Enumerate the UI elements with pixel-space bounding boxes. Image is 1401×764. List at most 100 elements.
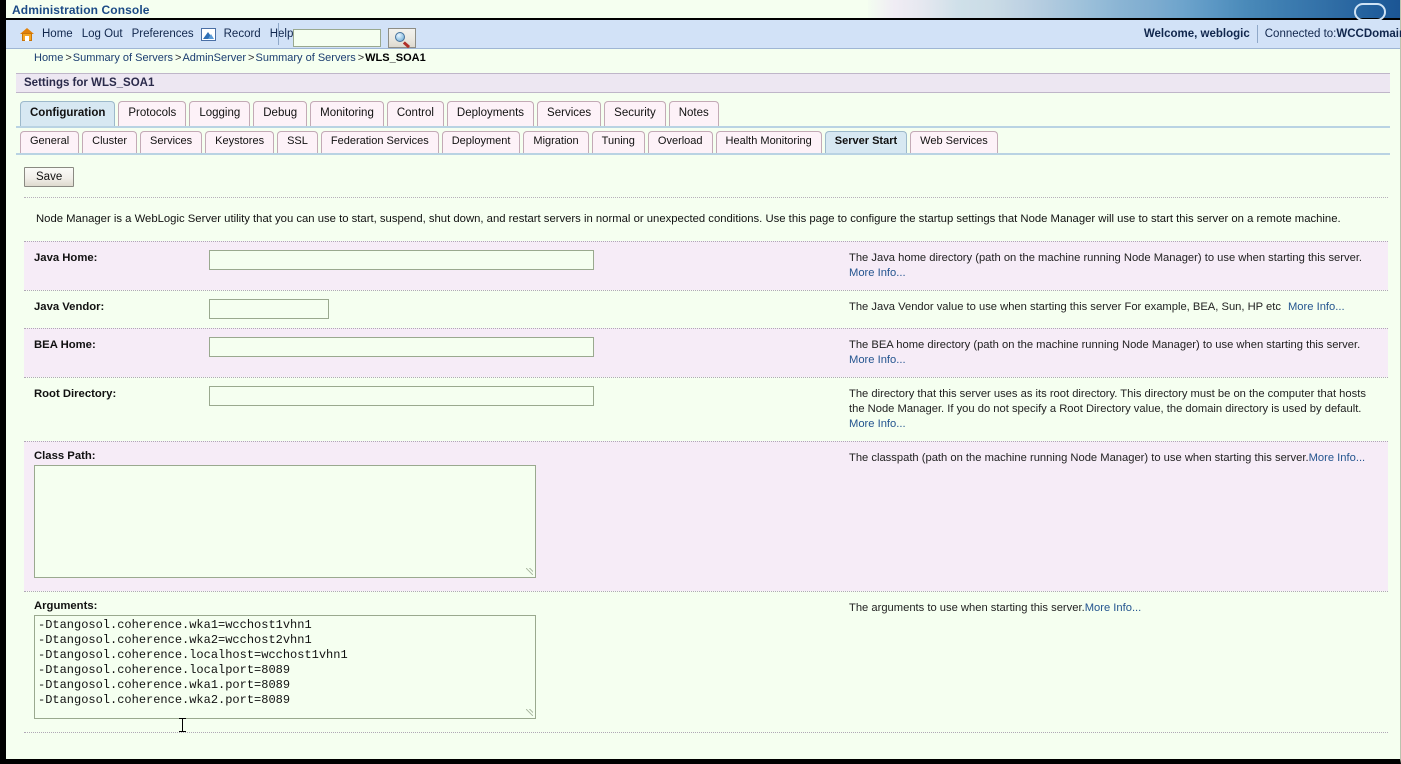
breadcrumb-item-summary-of-servers-1[interactable]: Summary of Servers <box>73 52 173 64</box>
subtab-migration[interactable]: Migration <box>523 131 589 153</box>
top-toolbar: Home Log Out Preferences Record Help Wel… <box>6 20 1401 49</box>
field-row-class-path: Class Path: The classpath (path on the m… <box>24 441 1388 591</box>
java-vendor-description-text: The Java Vendor value to use when starti… <box>849 301 1281 313</box>
preferences-link[interactable]: Preferences <box>130 28 196 40</box>
secondary-tab-underline <box>16 153 1390 155</box>
tab-deployments[interactable]: Deployments <box>446 101 535 126</box>
subtab-federation-services[interactable]: Federation Services <box>320 131 439 153</box>
tab-debug[interactable]: Debug <box>253 101 308 126</box>
root-directory-control <box>209 378 849 441</box>
arguments-control: -Dtangosol.coherence.wka1=wcchost1vhn1 -… <box>34 615 536 719</box>
tab-control[interactable]: Control <box>386 101 444 126</box>
subtab-keystores[interactable]: Keystores <box>205 131 275 153</box>
subtab-cluster[interactable]: Cluster <box>82 131 137 153</box>
toolbar-links: Home Log Out Preferences Record Help <box>20 20 295 48</box>
java-home-description-text: The Java home directory (path on the mac… <box>849 252 1363 264</box>
root-directory-label: Root Directory: <box>34 388 117 400</box>
java-home-control <box>209 242 849 290</box>
admin-console-page: Administration Console Home Log Out Pref… <box>0 0 1401 764</box>
java-vendor-description: The Java Vendor value to use when starti… <box>849 291 1388 328</box>
subtab-general[interactable]: General <box>20 131 80 153</box>
breadcrumb-current: WLS_SOA1 <box>365 52 426 64</box>
record-chart-icon <box>200 27 216 41</box>
field-row-java-vendor: Java Vendor: The Java Vendor value to us… <box>24 290 1388 328</box>
root-directory-input[interactable] <box>209 386 594 406</box>
tab-monitoring[interactable]: Monitoring <box>310 101 384 126</box>
java-vendor-input[interactable] <box>209 299 329 319</box>
page-title: Settings for WLS_SOA1 <box>16 73 1390 93</box>
arguments-description-text: The arguments to use when starting this … <box>849 602 1085 614</box>
breadcrumb-separator: > <box>357 52 365 64</box>
magnifier-icon <box>395 32 405 42</box>
tab-protocols[interactable]: Protocols <box>118 101 187 126</box>
toolbar-divider <box>278 23 279 45</box>
primary-tab-underline <box>16 126 1390 128</box>
connected-to-label: Connected to: <box>1264 28 1337 40</box>
breadcrumb-separator: > <box>65 52 72 64</box>
primary-tab-row: Configuration Protocols Logging Debug Monito… <box>16 100 1390 126</box>
arguments-more-info-link[interactable]: More Info... <box>1085 602 1142 614</box>
save-button[interactable]: Save <box>24 167 75 187</box>
tab-configuration[interactable]: Configuration <box>20 101 116 126</box>
breadcrumb-item-summary-of-servers-2[interactable]: Summary of Servers <box>255 52 355 64</box>
breadcrumb-item-adminserver[interactable]: AdminServer <box>182 52 246 64</box>
field-row-bea-home: BEA Home: The BEA home directory (path o… <box>24 328 1388 377</box>
field-row-java-home: Java Home: The Java home directory (path… <box>24 241 1388 290</box>
record-link[interactable]: Record <box>222 28 263 40</box>
home-icon <box>20 27 34 41</box>
window-title-bar: Administration Console <box>6 0 1400 20</box>
bea-home-label: BEA Home: <box>34 339 96 351</box>
search-button[interactable] <box>388 28 416 48</box>
class-path-description-text: The classpath (path on the machine runni… <box>849 452 1309 464</box>
subtab-ssl[interactable]: SSL <box>277 131 318 153</box>
subtab-overload[interactable]: Overload <box>647 131 713 153</box>
search-input[interactable] <box>293 29 381 47</box>
help-link[interactable]: Help <box>268 28 296 40</box>
bea-home-input[interactable] <box>209 337 594 357</box>
subtab-tuning[interactable]: Tuning <box>591 131 645 153</box>
breadcrumb-item-home[interactable]: Home <box>34 52 63 64</box>
session-info: Welcome, weblogic Connected to: WCCDomai… <box>1144 20 1401 48</box>
java-home-more-info-link[interactable]: More Info... <box>849 267 906 279</box>
tab-logging[interactable]: Logging <box>189 101 251 126</box>
class-path-textarea[interactable] <box>34 465 536 578</box>
tab-security[interactable]: Security <box>604 101 666 126</box>
subtab-deployment[interactable]: Deployment <box>441 131 521 153</box>
java-vendor-control <box>209 291 849 328</box>
bea-home-description: The BEA home directory (path on the mach… <box>849 329 1388 377</box>
class-path-more-info-link[interactable]: More Info... <box>1309 452 1366 464</box>
field-row-arguments: Arguments: -Dtangosol.coherence.wka1=wcc… <box>24 591 1388 733</box>
subtab-health-monitoring[interactable]: Health Monitoring <box>715 131 822 153</box>
logout-link[interactable]: Log Out <box>80 28 125 40</box>
bea-home-more-info-link[interactable]: More Info... <box>849 354 906 366</box>
welcome-user-label: Welcome, weblogic <box>1143 28 1250 40</box>
subtab-web-services[interactable]: Web Services <box>910 131 998 153</box>
session-divider <box>1256 25 1258 43</box>
arguments-textarea[interactable]: -Dtangosol.coherence.wka1=wcchost1vhn1 -… <box>34 615 536 719</box>
root-directory-more-info-link[interactable]: More Info... <box>849 418 906 430</box>
window-title: Administration Console <box>12 3 150 17</box>
breadcrumb: Home >Summary of Servers >AdminServer >Summ… <box>6 49 1400 67</box>
java-home-label: Java Home: <box>34 252 98 264</box>
subtab-server-start[interactable]: Server Start <box>824 131 908 153</box>
bea-home-description-text: The BEA home directory (path on the mach… <box>849 339 1361 351</box>
java-home-input[interactable] <box>209 250 594 270</box>
arguments-description: The arguments to use when starting this … <box>849 601 1378 616</box>
home-link[interactable]: Home <box>40 28 75 40</box>
server-start-form: Java Home: The Java home directory (path… <box>24 241 1388 733</box>
tab-services[interactable]: Services <box>537 101 602 126</box>
tab-container: Configuration Protocols Logging Debug Monito… <box>16 100 1390 155</box>
subtab-services[interactable]: Services <box>139 131 203 153</box>
magnifier-handle-icon <box>403 41 411 48</box>
root-directory-description-text: The directory that this server uses as i… <box>849 388 1366 415</box>
root-directory-description: The directory that this server uses as i… <box>849 378 1388 441</box>
class-path-description: The classpath (path on the machine runni… <box>849 451 1378 466</box>
connected-domain-value: WCCDomain <box>1336 28 1401 40</box>
title-gradient-decoration <box>868 0 1400 20</box>
java-vendor-more-info-link[interactable]: More Info... <box>1288 301 1345 313</box>
intro-text: Node Manager is a WebLogic Server utilit… <box>36 213 1341 225</box>
speech-bubble-icon <box>1354 3 1386 20</box>
java-vendor-label: Java Vendor: <box>34 301 105 313</box>
java-home-description: The Java home directory (path on the mac… <box>849 242 1388 290</box>
tab-notes[interactable]: Notes <box>668 101 719 126</box>
